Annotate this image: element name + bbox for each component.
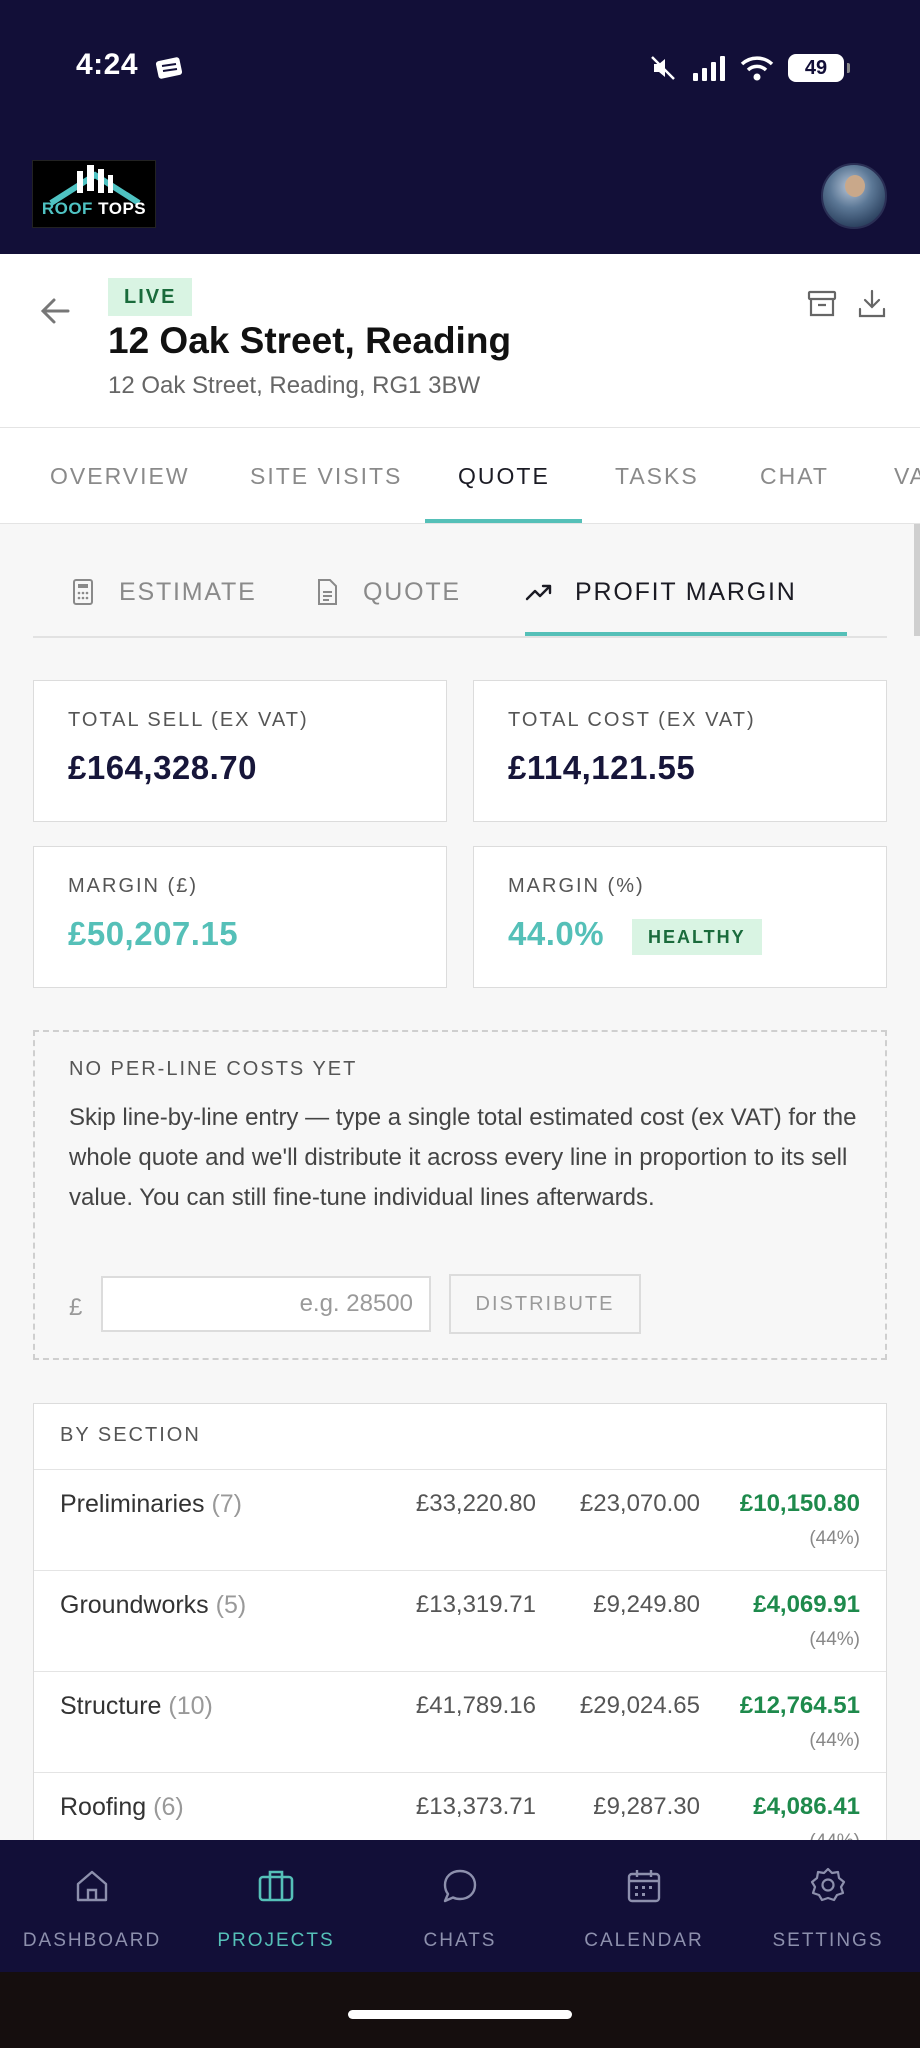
table-row[interactable]: Groundworks (5) £13,319.71 £9,249.80 £4,…: [34, 1571, 886, 1672]
table-row[interactable]: Preliminaries (7) £33,220.80 £23,070.00 …: [34, 1470, 886, 1571]
subtab-estimate[interactable]: ESTIMATE: [69, 572, 257, 612]
nav-dashboard[interactable]: DASHBOARD: [0, 1840, 184, 1972]
total-sell-card: TOTAL SELL (EX VAT) £164,328.70: [33, 680, 447, 822]
tab-tasks[interactable]: TASKS: [615, 428, 699, 523]
margin-amount-value: £50,207.15: [68, 915, 239, 952]
subtab-profit-margin[interactable]: PROFIT MARGIN: [525, 572, 797, 612]
user-avatar[interactable]: [821, 163, 887, 229]
active-tab-indicator: [425, 519, 582, 523]
currency-symbol: £: [69, 1294, 83, 1321]
project-status-badge: LIVE: [108, 278, 193, 316]
distribute-button[interactable]: DISTRIBUTE: [449, 1274, 641, 1334]
wifi-icon: [740, 56, 774, 81]
chat-bubble-icon: [443, 1869, 477, 1903]
bottom-nav: DASHBOARD PROJECTS CHATS CALENDAR SETTIN…: [0, 1840, 920, 1972]
tab-site-visits[interactable]: SITE VISITS: [250, 428, 402, 523]
no-costs-description: Skip line-by-line entry — type a single …: [69, 1104, 857, 1211]
home-icon: [76, 1870, 108, 1902]
nav-chats[interactable]: CHATS: [368, 1840, 552, 1972]
home-indicator[interactable]: [348, 2010, 572, 2019]
calendar-icon: [627, 1870, 661, 1903]
tab-chat[interactable]: CHAT: [760, 428, 829, 523]
back-arrow-icon[interactable]: [38, 294, 72, 328]
nav-settings[interactable]: SETTINGS: [736, 1840, 920, 1972]
no-costs-title: NO PER-LINE COSTS YET: [69, 1058, 358, 1080]
battery-indicator: 49: [788, 54, 850, 82]
health-badge: HEALTHY: [632, 919, 762, 955]
system-home-area: [0, 1972, 920, 2048]
table-row[interactable]: Structure (10) £41,789.16 £29,024.65 £12…: [34, 1672, 886, 1773]
mute-icon: [651, 56, 675, 80]
status-icons: 49: [648, 52, 850, 84]
total-cost-input[interactable]: [101, 1276, 431, 1332]
margin-amount-card: MARGIN (£) £50,207.15: [33, 846, 447, 988]
no-costs-panel: NO PER-LINE COSTS YET Skip line-by-line …: [33, 1030, 887, 1360]
nav-calendar[interactable]: CALENDAR: [552, 1840, 736, 1972]
roof-tops-logo[interactable]: ROOF TOPS: [32, 160, 156, 228]
logo-text: ROOF TOPS: [41, 199, 147, 218]
trending-up-icon: [525, 584, 552, 601]
briefcase-icon: [258, 1870, 294, 1902]
table-row[interactable]: Roofing (6) £13,373.71 £9,287.30 £4,086.…: [34, 1773, 886, 1840]
nav-projects[interactable]: PROJECTS: [184, 1840, 368, 1972]
status-time: 4:24: [76, 48, 139, 81]
margin-percent-card: MARGIN (%) 44.0% HEALTHY: [473, 846, 887, 988]
total-cost-value: £114,121.55: [508, 749, 696, 786]
app-notification-icon: [155, 57, 183, 79]
tab-quote[interactable]: QUOTE: [458, 428, 550, 523]
tab-va[interactable]: VA: [894, 428, 920, 523]
gear-icon: [810, 1867, 846, 1902]
subtab-quote[interactable]: QUOTE: [313, 572, 461, 612]
margin-percent-value: 44.0%: [508, 915, 605, 952]
download-icon[interactable]: [856, 288, 888, 320]
scrollbar[interactable]: [914, 524, 920, 636]
active-subtab-indicator: [525, 632, 847, 636]
main-content[interactable]: ESTIMATE QUOTE PROFIT MARGIN TOTAL SELL …: [0, 524, 920, 1840]
quote-subtabs: ESTIMATE QUOTE PROFIT MARGIN: [33, 524, 887, 638]
document-icon: [318, 579, 337, 605]
total-sell-value: £164,328.70: [68, 749, 258, 786]
app-header: 4:24 49 ROOF TOPS: [0, 0, 920, 254]
project-header: LIVE 12 Oak Street, Reading 12 Oak Stree…: [0, 254, 920, 428]
by-section-header: BY SECTION: [34, 1404, 886, 1470]
total-cost-card: TOTAL COST (EX VAT) £114,121.55: [473, 680, 887, 822]
project-address: 12 Oak Street, Reading, RG1 3BW: [108, 372, 481, 399]
calculator-icon: [73, 579, 93, 605]
project-title: 12 Oak Street, Reading: [108, 320, 512, 361]
project-tabs: OVERVIEW SITE VISITS QUOTE TASKS CHAT VA: [0, 428, 920, 524]
archive-icon[interactable]: [806, 288, 838, 320]
tab-overview[interactable]: OVERVIEW: [50, 428, 190, 523]
signal-icon: [693, 56, 725, 81]
by-section-table: BY SECTION Preliminaries (7) £33,220.80 …: [33, 1403, 887, 1840]
